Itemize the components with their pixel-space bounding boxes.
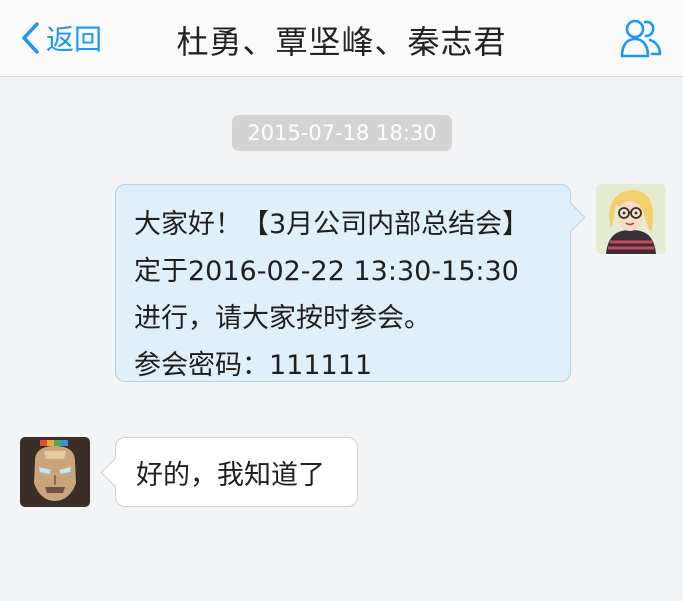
message-line: 参会密码：111111 (134, 350, 373, 381)
conversation-title: 杜勇、覃坚峰、秦志君 (176, 23, 507, 61)
navigation-bar: 返回 杜勇、覃坚峰、秦志君 (0, 0, 683, 77)
iron-man-avatar-icon (20, 437, 90, 507)
bubble-tail (555, 202, 586, 233)
incoming-message-bubble[interactable]: 好的，我知道了 (100, 437, 358, 507)
message-line: 进行，请大家按时参会。 (134, 303, 431, 334)
cartoon-girl-avatar-icon (596, 184, 666, 254)
bubble-tail (100, 457, 131, 488)
message-text: 好的，我知道了 (136, 459, 325, 491)
group-users-icon (620, 19, 662, 58)
message-line: 大家好！【3月公司内部总结会】 (134, 209, 530, 240)
outgoing-message-bubble[interactable]: 大家好！【3月公司内部总结会】 定于2016-02-22 13:30-15:30… (115, 184, 586, 382)
message-line: 定于2016-02-22 13:30-15:30 (134, 256, 519, 287)
message-timestamp: 2015-07-18 18:30 (232, 115, 452, 151)
sender-avatar[interactable] (596, 184, 666, 254)
group-members-button[interactable] (619, 16, 663, 60)
contact-avatar[interactable] (20, 437, 90, 507)
